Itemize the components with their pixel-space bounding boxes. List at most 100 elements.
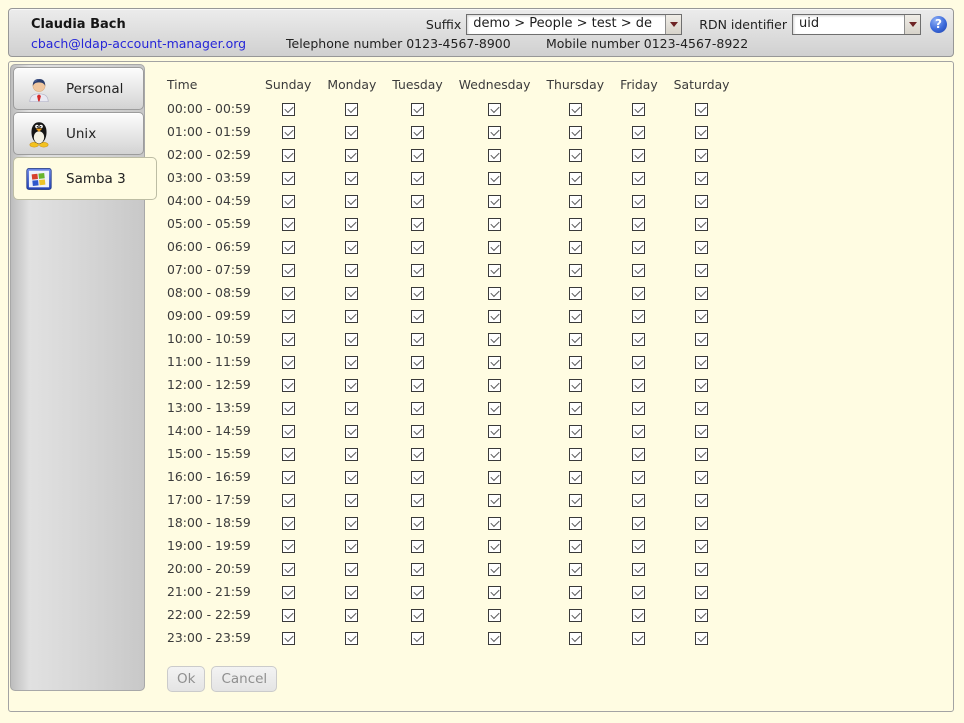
hour-checkbox-21:00-sunday[interactable] (282, 586, 295, 599)
hour-checkbox-08:00-thursday[interactable] (569, 287, 582, 300)
hour-checkbox-20:00-friday[interactable] (632, 563, 645, 576)
hour-checkbox-05:00-monday[interactable] (345, 218, 358, 231)
hour-checkbox-14:00-tuesday[interactable] (411, 425, 424, 438)
hour-checkbox-13:00-saturday[interactable] (695, 402, 708, 415)
hour-checkbox-13:00-friday[interactable] (632, 402, 645, 415)
hour-checkbox-14:00-thursday[interactable] (569, 425, 582, 438)
hour-checkbox-08:00-tuesday[interactable] (411, 287, 424, 300)
hour-checkbox-14:00-saturday[interactable] (695, 425, 708, 438)
hour-checkbox-18:00-friday[interactable] (632, 517, 645, 530)
hour-checkbox-00:00-monday[interactable] (345, 103, 358, 116)
hour-checkbox-23:00-thursday[interactable] (569, 632, 582, 645)
hour-checkbox-01:00-thursday[interactable] (569, 126, 582, 139)
hour-checkbox-19:00-saturday[interactable] (695, 540, 708, 553)
hour-checkbox-20:00-sunday[interactable] (282, 563, 295, 576)
hour-checkbox-18:00-monday[interactable] (345, 517, 358, 530)
hour-checkbox-00:00-thursday[interactable] (569, 103, 582, 116)
hour-checkbox-01:00-friday[interactable] (632, 126, 645, 139)
hour-checkbox-11:00-wednesday[interactable] (488, 356, 501, 369)
hour-checkbox-20:00-wednesday[interactable] (488, 563, 501, 576)
hour-checkbox-16:00-monday[interactable] (345, 471, 358, 484)
hour-checkbox-21:00-wednesday[interactable] (488, 586, 501, 599)
email-link[interactable]: cbach@ldap-account-manager.org (31, 36, 246, 51)
hour-checkbox-02:00-wednesday[interactable] (488, 149, 501, 162)
hour-checkbox-08:00-sunday[interactable] (282, 287, 295, 300)
hour-checkbox-22:00-saturday[interactable] (695, 609, 708, 622)
hour-checkbox-05:00-thursday[interactable] (569, 218, 582, 231)
hour-checkbox-09:00-monday[interactable] (345, 310, 358, 323)
hour-checkbox-07:00-sunday[interactable] (282, 264, 295, 277)
hour-checkbox-12:00-sunday[interactable] (282, 379, 295, 392)
hour-checkbox-04:00-thursday[interactable] (569, 195, 582, 208)
hour-checkbox-15:00-friday[interactable] (632, 448, 645, 461)
hour-checkbox-20:00-thursday[interactable] (569, 563, 582, 576)
hour-checkbox-17:00-thursday[interactable] (569, 494, 582, 507)
hour-checkbox-16:00-sunday[interactable] (282, 471, 295, 484)
hour-checkbox-22:00-monday[interactable] (345, 609, 358, 622)
hour-checkbox-04:00-tuesday[interactable] (411, 195, 424, 208)
hour-checkbox-08:00-monday[interactable] (345, 287, 358, 300)
hour-checkbox-17:00-friday[interactable] (632, 494, 645, 507)
hour-checkbox-09:00-wednesday[interactable] (488, 310, 501, 323)
hour-checkbox-15:00-monday[interactable] (345, 448, 358, 461)
hour-checkbox-02:00-saturday[interactable] (695, 149, 708, 162)
hour-checkbox-15:00-tuesday[interactable] (411, 448, 424, 461)
hour-checkbox-23:00-tuesday[interactable] (411, 632, 424, 645)
hour-checkbox-20:00-saturday[interactable] (695, 563, 708, 576)
hour-checkbox-14:00-friday[interactable] (632, 425, 645, 438)
hour-checkbox-11:00-monday[interactable] (345, 356, 358, 369)
hour-checkbox-02:00-sunday[interactable] (282, 149, 295, 162)
hour-checkbox-04:00-wednesday[interactable] (488, 195, 501, 208)
hour-checkbox-17:00-sunday[interactable] (282, 494, 295, 507)
hour-checkbox-16:00-thursday[interactable] (569, 471, 582, 484)
hour-checkbox-00:00-friday[interactable] (632, 103, 645, 116)
hour-checkbox-01:00-wednesday[interactable] (488, 126, 501, 139)
hour-checkbox-05:00-tuesday[interactable] (411, 218, 424, 231)
hour-checkbox-19:00-friday[interactable] (632, 540, 645, 553)
hour-checkbox-16:00-wednesday[interactable] (488, 471, 501, 484)
rdn-identifier-select[interactable]: uid (792, 14, 921, 35)
help-icon[interactable]: ? (930, 16, 947, 33)
hour-checkbox-18:00-tuesday[interactable] (411, 517, 424, 530)
hour-checkbox-16:00-tuesday[interactable] (411, 471, 424, 484)
hour-checkbox-14:00-wednesday[interactable] (488, 425, 501, 438)
hour-checkbox-15:00-sunday[interactable] (282, 448, 295, 461)
hour-checkbox-16:00-friday[interactable] (632, 471, 645, 484)
suffix-select[interactable]: demo > People > test > de (466, 14, 682, 35)
hour-checkbox-10:00-wednesday[interactable] (488, 333, 501, 346)
hour-checkbox-21:00-monday[interactable] (345, 586, 358, 599)
hour-checkbox-22:00-wednesday[interactable] (488, 609, 501, 622)
tab-samba3[interactable]: Samba 3 (13, 157, 157, 200)
hour-checkbox-09:00-saturday[interactable] (695, 310, 708, 323)
hour-checkbox-21:00-tuesday[interactable] (411, 586, 424, 599)
hour-checkbox-18:00-sunday[interactable] (282, 517, 295, 530)
hour-checkbox-05:00-saturday[interactable] (695, 218, 708, 231)
hour-checkbox-02:00-tuesday[interactable] (411, 149, 424, 162)
hour-checkbox-19:00-monday[interactable] (345, 540, 358, 553)
hour-checkbox-07:00-saturday[interactable] (695, 264, 708, 277)
hour-checkbox-23:00-wednesday[interactable] (488, 632, 501, 645)
hour-checkbox-02:00-friday[interactable] (632, 149, 645, 162)
hour-checkbox-07:00-friday[interactable] (632, 264, 645, 277)
hour-checkbox-07:00-wednesday[interactable] (488, 264, 501, 277)
hour-checkbox-03:00-saturday[interactable] (695, 172, 708, 185)
hour-checkbox-09:00-tuesday[interactable] (411, 310, 424, 323)
hour-checkbox-23:00-sunday[interactable] (282, 632, 295, 645)
hour-checkbox-10:00-tuesday[interactable] (411, 333, 424, 346)
hour-checkbox-03:00-sunday[interactable] (282, 172, 295, 185)
hour-checkbox-03:00-wednesday[interactable] (488, 172, 501, 185)
hour-checkbox-13:00-monday[interactable] (345, 402, 358, 415)
hour-checkbox-04:00-saturday[interactable] (695, 195, 708, 208)
hour-checkbox-02:00-monday[interactable] (345, 149, 358, 162)
hour-checkbox-09:00-friday[interactable] (632, 310, 645, 323)
hour-checkbox-12:00-saturday[interactable] (695, 379, 708, 392)
hour-checkbox-09:00-sunday[interactable] (282, 310, 295, 323)
hour-checkbox-10:00-friday[interactable] (632, 333, 645, 346)
hour-checkbox-17:00-saturday[interactable] (695, 494, 708, 507)
hour-checkbox-19:00-thursday[interactable] (569, 540, 582, 553)
hour-checkbox-05:00-wednesday[interactable] (488, 218, 501, 231)
hour-checkbox-06:00-thursday[interactable] (569, 241, 582, 254)
hour-checkbox-12:00-monday[interactable] (345, 379, 358, 392)
hour-checkbox-22:00-thursday[interactable] (569, 609, 582, 622)
hour-checkbox-11:00-saturday[interactable] (695, 356, 708, 369)
